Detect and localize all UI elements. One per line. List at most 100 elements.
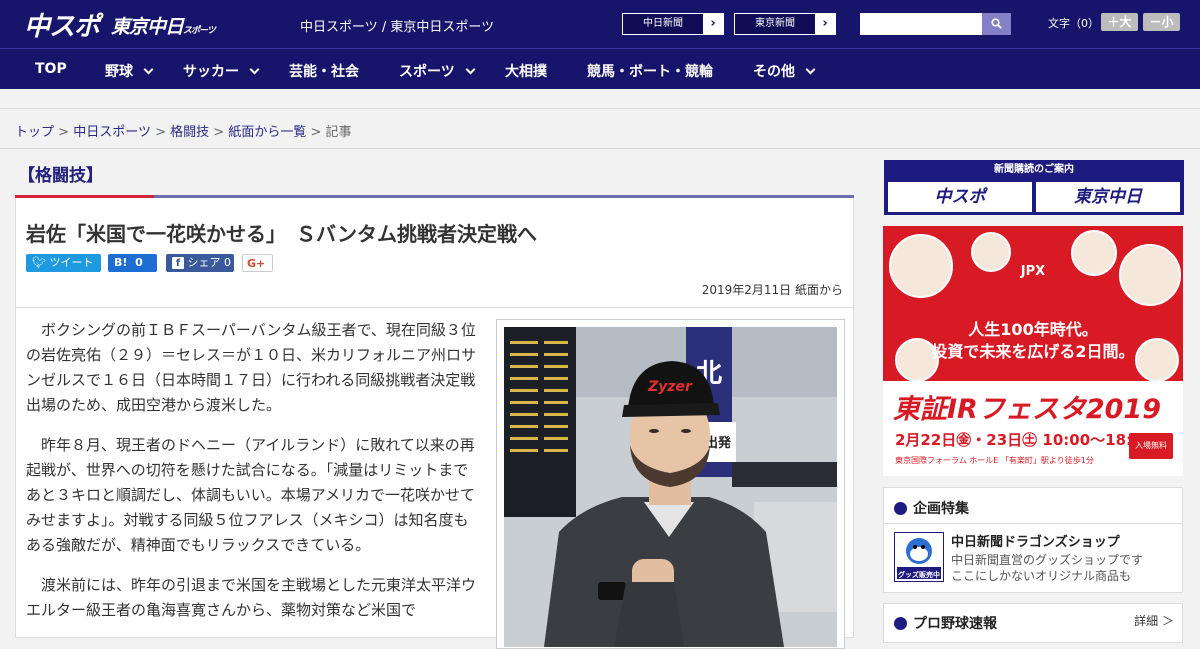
breadcrumb-separator: > — [155, 125, 166, 140]
baseball-scores-box: プロ野球速報 詳細 ＞ — [883, 603, 1183, 643]
photo-image: 北 出発 Zyzer — [504, 327, 837, 647]
nav-item-sumo[interactable]: 大相撲 — [505, 61, 547, 81]
ad-free-admission-badge: 入場無料 — [1129, 433, 1173, 459]
baseball-box-title: プロ野球速報 — [894, 613, 997, 633]
paper-link-label: 東京新聞 — [755, 18, 795, 29]
nav-item-racing[interactable]: 競馬・ボート・競輪 — [587, 61, 713, 81]
tokyo-shimbun-link[interactable]: 東京新聞 › — [734, 13, 836, 35]
chuspo-subscribe-link[interactable]: 中スポ — [888, 182, 1032, 212]
breadcrumb-paper-list[interactable]: 紙面から一覧 — [228, 125, 306, 140]
breadcrumb-top[interactable]: トップ — [15, 125, 54, 140]
ir-festa-ad[interactable]: JPX 人生100年時代。 投資で未来を広げる2日間。 東証IRフェスタ2019… — [883, 226, 1183, 476]
breadcrumb: トップ > 中日スポーツ > 格闘技 > 紙面から一覧 > 記事 — [15, 121, 352, 140]
ad-event-name: 東証IRフェスタ2019 — [893, 394, 1161, 425]
tweet-label: ツイート — [49, 256, 94, 269]
nav-item-entertainment[interactable]: 芸能・社会 — [289, 61, 359, 81]
tokyo-chunichi-subscribe-link[interactable]: 東京中日 — [1036, 182, 1180, 212]
hatena-bookmark-button[interactable]: B! 0 — [108, 254, 157, 272]
facebook-icon: f — [172, 257, 184, 269]
nav-item-sports[interactable]: スポーツ — [399, 61, 476, 81]
ad-event-venue: 東京国際フォーラム ホールE 「有楽町」駅より徒歩1分 — [895, 456, 1094, 465]
font-larger-button[interactable]: ＋大 — [1101, 13, 1138, 31]
breadcrumb-combat-sports[interactable]: 格闘技 — [170, 125, 209, 140]
nav-label: その他 — [753, 64, 795, 80]
nav-label: 競馬・ボート・競輪 — [587, 64, 713, 80]
article-paragraph: 渡米前には、昨年の引退まで米国を主戦場とした元東洋太平洋ウエルター級王者の亀海喜… — [26, 576, 477, 619]
hatena-count: 0 — [135, 256, 143, 269]
nav-label: 大相撲 — [505, 64, 547, 80]
google-plus-button[interactable]: G+ — [242, 254, 273, 272]
sub-nav-bar — [0, 89, 1200, 109]
chevron-down-icon — [805, 64, 816, 75]
article-headline: 岩佐「米国で一花咲かせる」 Ｓバンタム挑戦者決定戦へ — [26, 222, 537, 246]
ad-info-band: 東証IRフェスタ2019 2月22日㊎・23日㊏ 10:00～18:00 東京国… — [883, 381, 1183, 476]
font-smaller-button[interactable]: －小 — [1143, 13, 1180, 31]
ad-event-date: 2月22日㊎・23日㊏ 10:00～18:00 — [895, 431, 1153, 449]
breadcrumb-separator: > — [58, 125, 70, 140]
chevron-right-icon: › — [815, 14, 835, 34]
baseball-details-link[interactable]: 詳細 ＞ — [1134, 612, 1174, 629]
main-nav: TOP 野球 サッカー 芸能・社会 スポーツ 大相撲 競馬・ボート・競輪 その他 — [0, 48, 1200, 89]
divider — [884, 523, 1182, 524]
category-label: 【格闘技】 — [18, 166, 103, 186]
article-paragraph: 昨年８月、現王者のドヘニー（アイルランド）に敗れて以来の再起戦が、世界への切符を… — [26, 436, 475, 554]
hatena-icon: B! — [114, 256, 128, 269]
divider — [16, 307, 855, 308]
twitter-bird-icon: 🐦︎ — [32, 256, 46, 269]
chevron-down-icon — [143, 64, 154, 75]
breadcrumb-separator: > — [213, 125, 225, 140]
ad-headline-2: 投資で未来を広げる2日間。 — [931, 342, 1135, 361]
nav-label: サッカー — [183, 64, 239, 80]
article-photo[interactable]: 北 出発 Zyzer — [496, 319, 845, 649]
article-dateline: 2019年2月11日 紙面から — [701, 283, 843, 297]
divider — [0, 148, 1200, 149]
chuspo-logo[interactable]: 中スポ — [24, 6, 100, 43]
chunichi-shimbun-link[interactable]: 中日新聞 › — [622, 13, 724, 35]
facebook-share-button[interactable]: f シェア 0 — [166, 254, 234, 272]
baseball-icon — [894, 617, 907, 630]
nav-label: 芸能・社会 — [289, 64, 359, 80]
dragons-shop-logo[interactable]: グッズ販売中 — [894, 532, 944, 582]
tokyo-logo-text: 東京中日 — [111, 16, 184, 38]
photo-cap-logo: Zyzer — [647, 379, 693, 395]
feature-box: 企画特集 グッズ販売中 中日新聞ドラゴンズショップ 中日新聞直営のグッズショップ… — [883, 487, 1183, 593]
search-input[interactable] — [860, 13, 982, 35]
nav-item-other[interactable]: その他 — [753, 61, 816, 81]
nav-label: 野球 — [105, 64, 133, 80]
nav-item-top[interactable]: TOP — [35, 61, 67, 77]
feature-item-desc: 中日新聞直営のグッズショップです — [951, 553, 1144, 567]
feature-title-text: 企画特集 — [913, 501, 969, 517]
site-name: 中日スポーツ / 東京中日スポーツ — [300, 20, 495, 35]
nav-item-soccer[interactable]: サッカー — [183, 61, 260, 81]
ribbon-icon — [894, 502, 907, 515]
breadcrumb-current: 記事 — [325, 125, 352, 140]
jpx-logo: JPX — [1020, 264, 1046, 279]
nav-item-baseball[interactable]: 野球 — [105, 61, 154, 81]
facebook-label: シェア — [187, 256, 221, 269]
ad-headline-1: 人生100年時代。 — [968, 320, 1098, 339]
dragons-mascot-icon: グッズ販売中 — [897, 538, 941, 579]
chevron-down-icon — [465, 64, 476, 75]
chevron-right-icon: › — [703, 14, 723, 34]
article-paragraph: ボクシングの前ＩＢＦスーパーバンタム級王者で、現在同級３位の岩佐亮佑（２９）＝セ… — [26, 321, 477, 414]
tweet-button[interactable]: 🐦︎ ツイート — [26, 254, 101, 272]
nav-label: スポーツ — [399, 64, 455, 80]
paper-link-label: 中日新聞 — [643, 18, 683, 29]
feature-item-desc: ここにしかないオリジナル商品も — [951, 569, 1132, 583]
dragons-shop-logo-text: グッズ販売中 — [898, 570, 940, 579]
font-size-label: 文字（0） — [1048, 17, 1099, 30]
chevron-down-icon — [249, 64, 260, 75]
subscription-banner[interactable]: 新聞購読のご案内 中スポ 東京中日 — [884, 160, 1184, 215]
article: 岩佐「米国で一花咲かせる」 Ｓバンタム挑戦者決定戦へ 🐦︎ ツイート B! 0 … — [15, 198, 855, 649]
site-header: 中スポ 東京中日スポーツ 中日スポーツ / 東京中日スポーツ 中日新聞 › 東京新… — [0, 0, 1200, 48]
subscription-title: 新聞購読のご案内 — [994, 164, 1074, 175]
feature-item-title[interactable]: 中日新聞ドラゴンズショップ — [951, 531, 1120, 550]
breadcrumb-separator: > — [310, 125, 322, 140]
tokyo-logo-suffix: スポーツ — [183, 26, 216, 36]
article-body: ボクシングの前ＩＢＦスーパーバンタム級王者で、現在同級３位の岩佐亮佑（２９）＝セ… — [26, 318, 476, 638]
facebook-count: 0 — [224, 256, 231, 269]
search-button[interactable] — [982, 13, 1011, 35]
tokyo-chunichi-logo[interactable]: 東京中日スポーツ — [111, 12, 216, 39]
breadcrumb-chunichi-sports[interactable]: 中日スポーツ — [73, 125, 151, 140]
nav-label: TOP — [35, 61, 67, 77]
